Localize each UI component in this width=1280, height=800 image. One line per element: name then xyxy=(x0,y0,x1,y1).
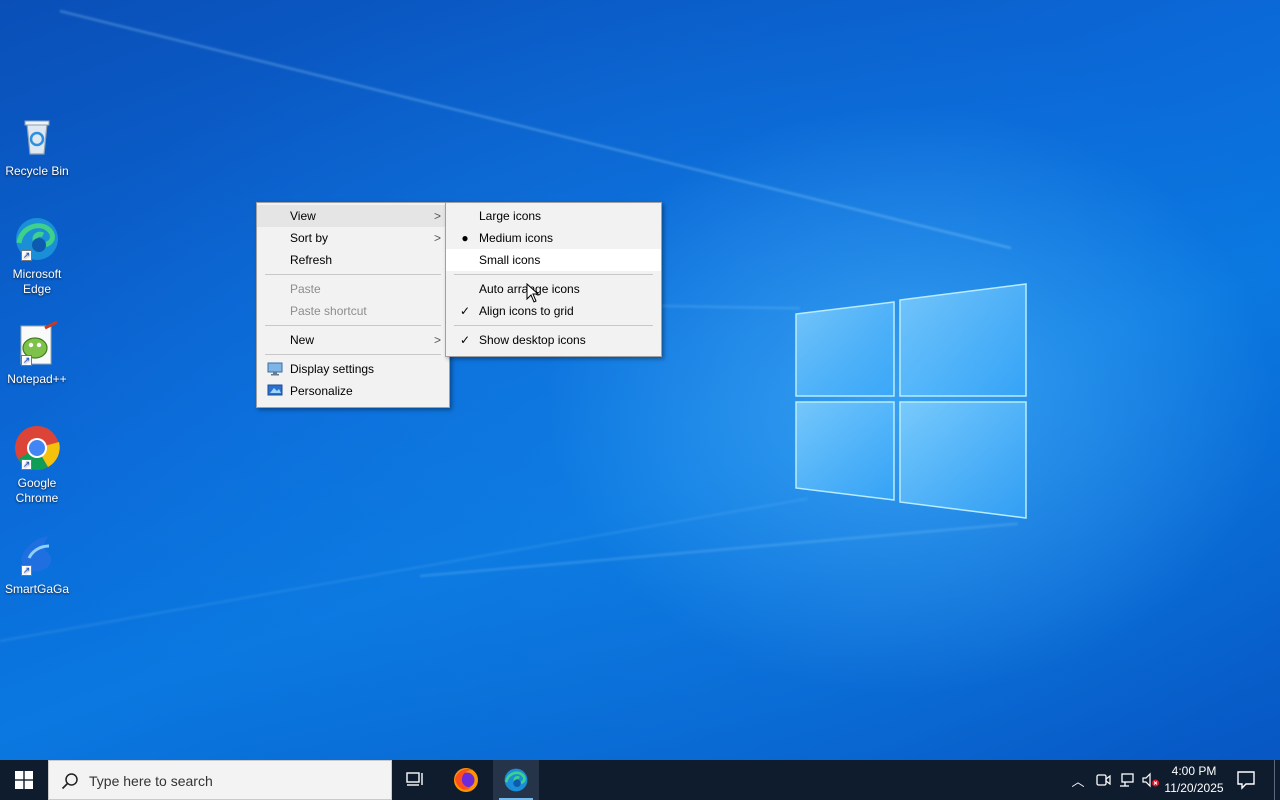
desktop-icon-label: Microsoft Edge xyxy=(12,267,62,296)
firefox-icon xyxy=(454,768,478,792)
chevron-up-icon: ︿ xyxy=(1071,773,1085,789)
menu-item-label: Paste xyxy=(290,282,321,296)
menu-separator xyxy=(454,325,653,326)
desktop-icon-recycle-bin[interactable]: Recycle Bin xyxy=(2,112,72,179)
menu-item-label: Paste shortcut xyxy=(290,304,367,318)
clock-time: 4:00 PM xyxy=(1171,764,1217,778)
taskbar-edge[interactable] xyxy=(493,760,539,800)
shortcut-arrow-icon: ↗ xyxy=(21,565,32,576)
menu-item-label: Small icons xyxy=(479,253,541,267)
menu-item-sort-by[interactable]: Sort by > xyxy=(257,227,449,249)
task-view-icon xyxy=(406,772,423,786)
menu-item-label: Large icons xyxy=(479,209,542,223)
shortcut-arrow-icon: ↗ xyxy=(21,459,32,470)
desktop-icon-chrome[interactable]: ↗ Google Chrome xyxy=(2,424,72,506)
task-view-button[interactable] xyxy=(393,760,439,800)
meet-now-icon xyxy=(1096,774,1111,786)
chrome-icon: ↗ xyxy=(13,424,61,472)
chevron-right-icon: > xyxy=(433,333,441,347)
action-center-icon[interactable] xyxy=(1234,770,1258,790)
menu-item-label: New xyxy=(290,333,315,347)
show-desktop-button[interactable] xyxy=(1274,760,1275,800)
edge-icon xyxy=(504,768,528,792)
volume-button[interactable] xyxy=(1141,770,1161,790)
personalize-icon xyxy=(267,384,283,396)
menu-item-small-icons[interactable]: Small icons xyxy=(446,249,661,271)
taskbar-search-box[interactable]: Type here to search xyxy=(48,760,392,800)
windows-logo-wallpaper xyxy=(795,283,1027,519)
menu-item-show-desktop-icons[interactable]: ✓ Show desktop icons xyxy=(446,329,661,351)
radio-bullet-icon: ● xyxy=(461,231,469,245)
recycle-bin-icon xyxy=(13,112,61,160)
clock-date: 11/20/2025 xyxy=(1164,781,1224,795)
desktop-icon-label: Recycle Bin xyxy=(5,164,69,178)
menu-separator xyxy=(265,274,441,275)
menu-item-medium-icons[interactable]: ● Medium icons xyxy=(446,227,661,249)
smartgaga-icon: ↗ xyxy=(13,530,61,578)
desktop-icon-notepad-plus-plus[interactable]: ↗ Notepad++ xyxy=(2,320,72,387)
chevron-right-icon: > xyxy=(433,209,441,223)
windows-start-icon xyxy=(15,771,33,789)
checkmark-icon: ✓ xyxy=(459,304,471,318)
search-placeholder: Type here to search xyxy=(89,773,213,789)
menu-item-label: Sort by xyxy=(290,231,329,245)
taskbar-clock[interactable]: 4:00 PM 11/20/2025 xyxy=(1160,763,1228,797)
shortcut-arrow-icon: ↗ xyxy=(21,250,32,261)
desktop-icon-smartgaga[interactable]: ↗ SmartGaGa xyxy=(2,530,72,597)
menu-item-label: Align icons to grid xyxy=(479,304,574,318)
volume-muted-icon xyxy=(1142,772,1159,788)
view-submenu: Large icons ● Medium icons Small icons A… xyxy=(445,202,662,357)
start-button[interactable] xyxy=(0,760,48,800)
desktop-icon-label: Notepad++ xyxy=(7,372,67,386)
menu-item-large-icons[interactable]: Large icons xyxy=(446,205,661,227)
network-icon xyxy=(1120,773,1134,787)
menu-item-personalize[interactable]: Personalize xyxy=(257,380,449,402)
desktop-context-menu: View > Sort by > Refresh Paste Paste sho… xyxy=(256,202,450,408)
desktop-icon-label: Google Chrome xyxy=(15,476,59,505)
menu-item-paste-shortcut[interactable]: Paste shortcut xyxy=(257,300,449,322)
desktop-icon-edge[interactable]: ↗ Microsoft Edge xyxy=(2,215,72,297)
meet-now-button[interactable] xyxy=(1093,770,1113,790)
chevron-right-icon: > xyxy=(433,231,441,245)
menu-item-label: Show desktop icons xyxy=(479,333,586,347)
search-icon xyxy=(61,773,78,790)
checkmark-icon: ✓ xyxy=(459,333,471,347)
menu-item-auto-arrange-icons[interactable]: Auto arrange icons xyxy=(446,278,661,300)
menu-item-refresh[interactable]: Refresh xyxy=(257,249,449,271)
menu-item-label: Refresh xyxy=(290,253,333,267)
network-button[interactable] xyxy=(1117,770,1137,790)
mouse-cursor-icon xyxy=(526,283,540,303)
menu-item-label: Medium icons xyxy=(479,231,554,245)
menu-item-new[interactable]: New > xyxy=(257,329,449,351)
desktop-icon-label: SmartGaGa xyxy=(4,582,70,596)
menu-item-paste[interactable]: Paste xyxy=(257,278,449,300)
menu-separator xyxy=(265,325,441,326)
menu-item-align-icons-to-grid[interactable]: ✓ Align icons to grid xyxy=(446,300,661,322)
edge-icon: ↗ xyxy=(13,215,61,263)
notepad-plus-plus-icon: ↗ xyxy=(13,320,61,368)
menu-item-view[interactable]: View > xyxy=(257,205,449,227)
menu-item-label: Personalize xyxy=(290,384,353,398)
show-hidden-icons-button[interactable]: ︿ xyxy=(1068,770,1088,790)
desktop[interactable]: Recycle Bin ↗ Microsoft Edge ↗ Notepad++ xyxy=(0,0,1280,760)
shortcut-arrow-icon: ↗ xyxy=(21,355,32,366)
menu-item-display-settings[interactable]: Display settings xyxy=(257,358,449,380)
taskbar-firefox[interactable] xyxy=(443,760,489,800)
taskbar: Type here to search ︿ 4:00 PM 11/20/2025 xyxy=(0,760,1280,800)
menu-separator xyxy=(454,274,653,275)
display-settings-icon xyxy=(267,362,283,376)
menu-separator xyxy=(265,354,441,355)
menu-item-label: View xyxy=(290,209,316,223)
menu-item-label: Display settings xyxy=(290,362,375,376)
